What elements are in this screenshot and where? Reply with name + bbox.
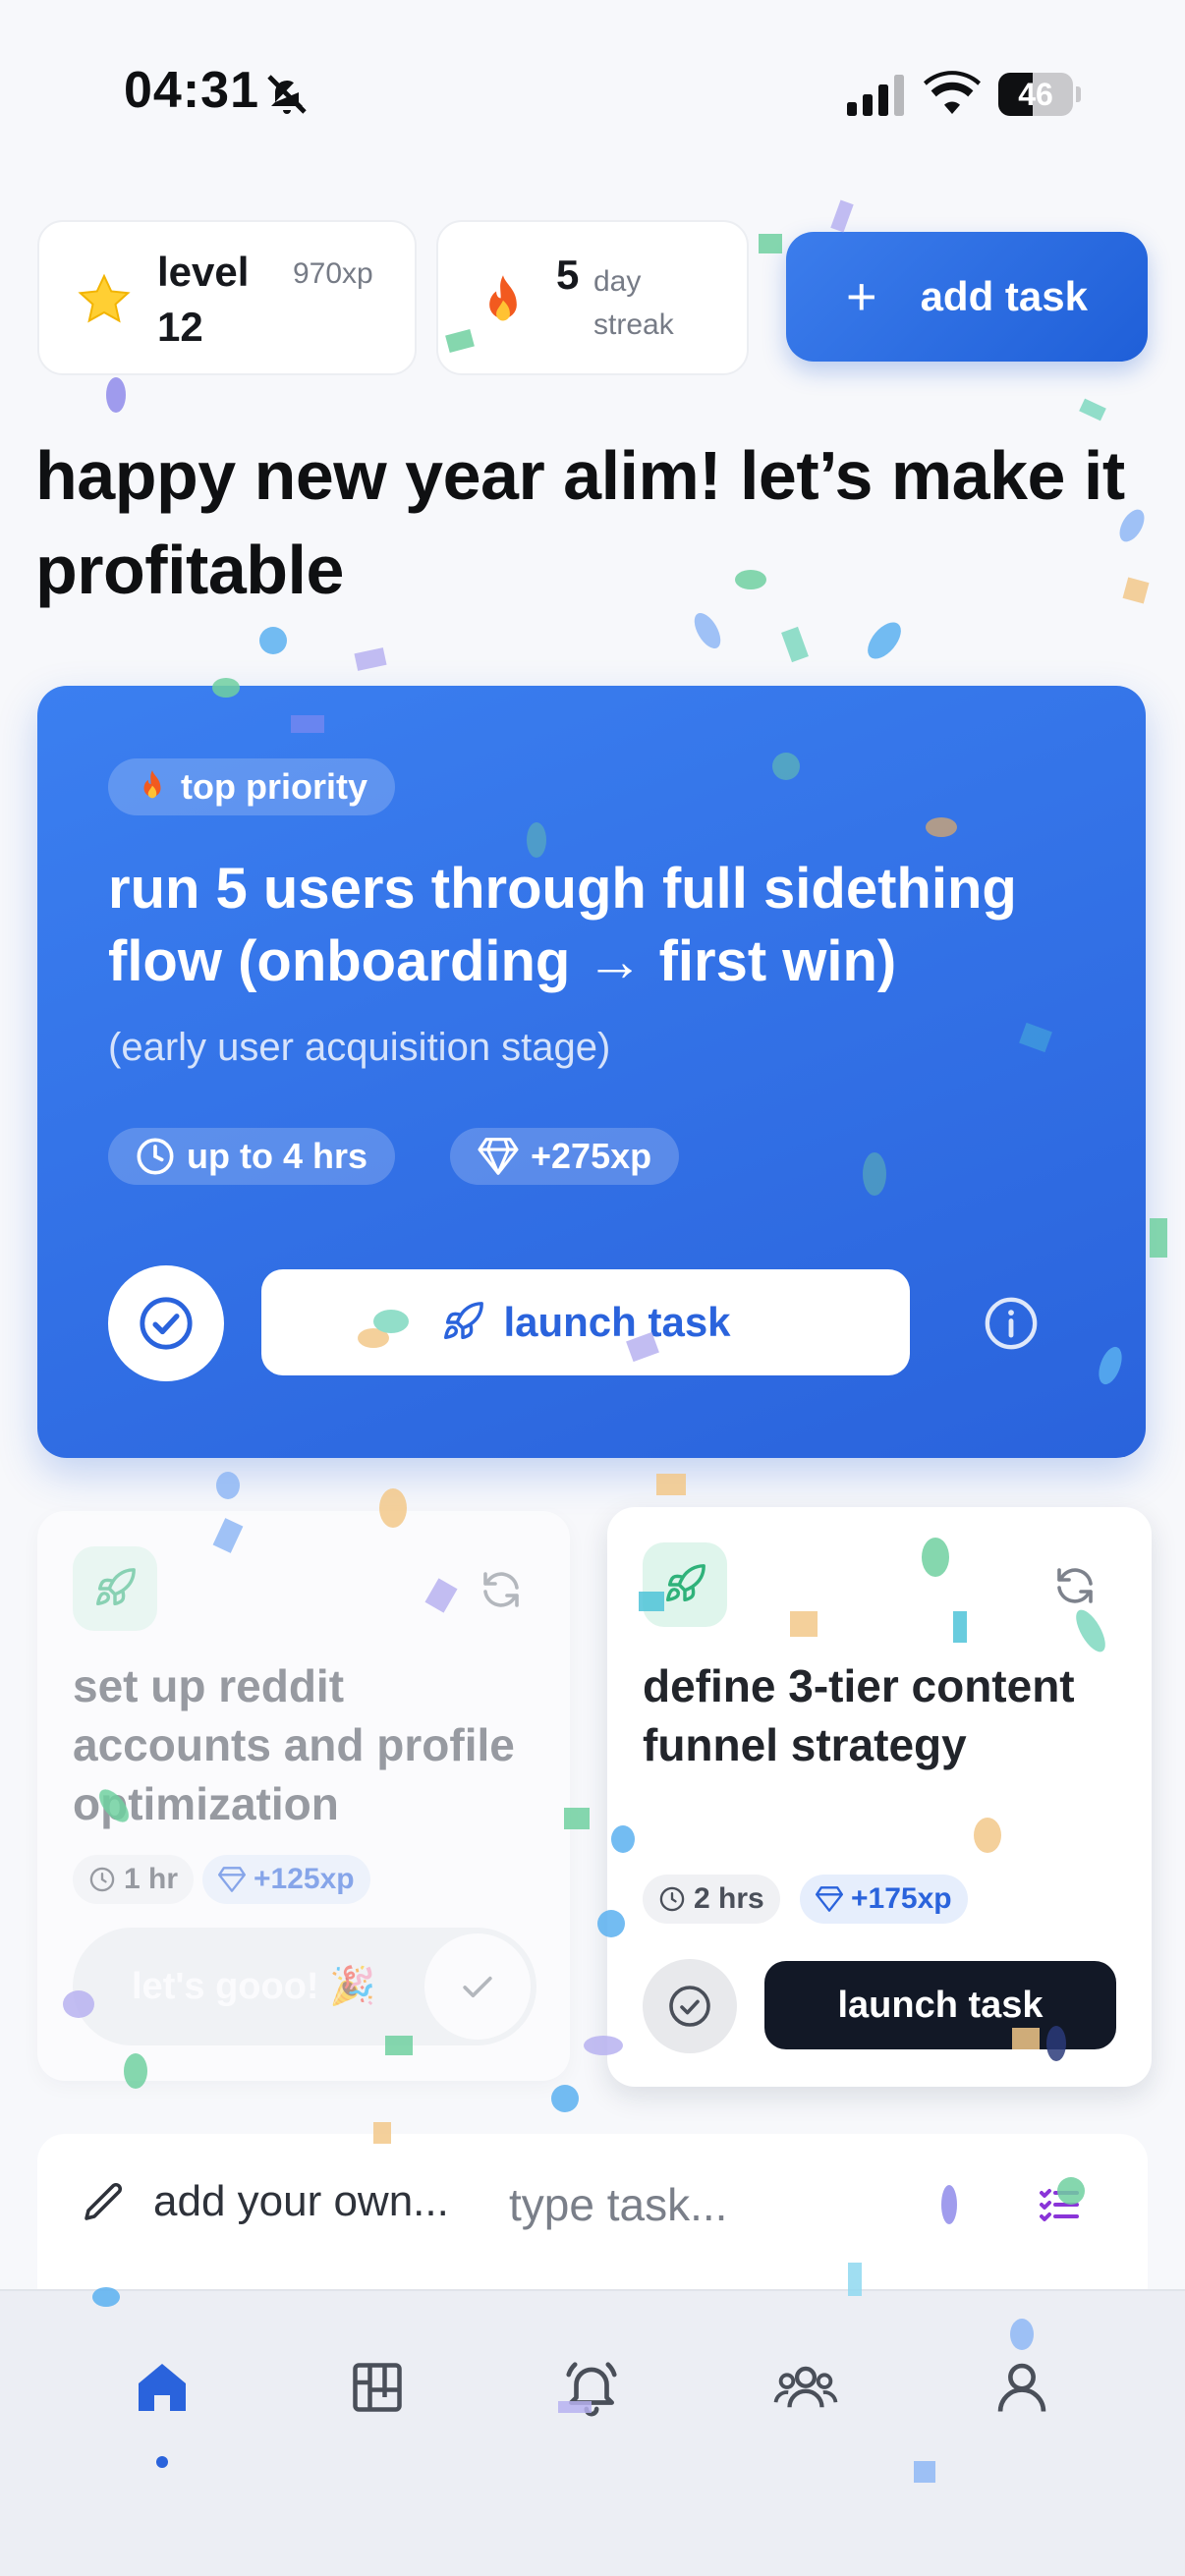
add-task-label: add task <box>920 273 1088 319</box>
hero-task-title: run 5 users through full sidething flow … <box>108 857 1017 993</box>
completed-slider[interactable]: let's gooo! 🎉 <box>73 1928 536 2045</box>
battery-icon: 46 <box>998 73 1081 116</box>
task-icon-box <box>73 1546 157 1631</box>
task-card[interactable]: define 3-tier content funnel strategy 2 … <box>607 1507 1152 2087</box>
launch-task-button[interactable]: launch task <box>764 1961 1116 2049</box>
hero-task-subtitle: (early user acquisition stage) <box>108 1026 611 1069</box>
diamond-icon <box>816 1886 843 1912</box>
rocket-icon <box>96 1568 136 1606</box>
refresh-icon[interactable] <box>1051 1562 1099 1609</box>
streak-label: streak <box>593 308 674 341</box>
priority-badge-label: top priority <box>181 766 367 807</box>
streak-card[interactable]: 5 day streak <box>436 220 749 375</box>
signal-icon <box>847 75 904 116</box>
complete-task-button[interactable] <box>643 1959 737 2053</box>
wifi-icon <box>924 71 981 114</box>
group-icon <box>773 2366 838 2408</box>
nav-home[interactable] <box>123 2348 201 2427</box>
diamond-icon <box>478 1138 519 1175</box>
nav-community[interactable] <box>766 2348 845 2427</box>
bottom-nav <box>0 2289 1185 2576</box>
launch-task-label: launch task <box>503 1299 731 1345</box>
task-xp-label: +125xp <box>254 1863 355 1895</box>
hero-time-badge: up to 4 hrs <box>108 1128 396 1185</box>
nav-profile[interactable] <box>983 2348 1061 2427</box>
launch-task-button[interactable]: launch task <box>261 1269 910 1375</box>
completed-label: let's gooo! 🎉 <box>132 1966 376 2007</box>
checklist-icon[interactable] <box>1036 2181 1083 2228</box>
checkmark-icon <box>463 1976 492 1997</box>
board-icon <box>353 2363 402 2412</box>
check-circle-icon <box>140 1297 193 1350</box>
priority-badge: top priority <box>108 758 395 815</box>
star-icon <box>78 273 131 323</box>
status-time: 04:31 <box>124 62 259 119</box>
pencil-icon <box>85 2182 123 2220</box>
task-xp-badge: +125xp <box>202 1855 370 1904</box>
fire-icon <box>489 275 517 321</box>
plus-icon: + <box>846 267 877 326</box>
info-icon[interactable] <box>983 1295 1040 1352</box>
task-input[interactable] <box>509 2163 1000 2246</box>
slider-handle[interactable] <box>424 1933 531 2040</box>
task-xp-label: +175xp <box>851 1882 952 1915</box>
battery-level: 46 <box>1018 77 1053 112</box>
hero-time-label: up to 4 hrs <box>187 1136 368 1176</box>
task-card[interactable]: set up reddit accounts and profile optim… <box>37 1511 570 2081</box>
complete-task-button[interactable] <box>108 1265 224 1381</box>
profile-icon <box>997 2363 1046 2412</box>
hero-xp-badge: +275xp <box>450 1128 680 1185</box>
diamond-icon <box>218 1867 246 1892</box>
rocket-icon <box>666 1564 705 1602</box>
task-icon-box <box>643 1542 727 1627</box>
active-indicator <box>156 2456 168 2468</box>
level-value: 12 <box>157 304 203 350</box>
hero-xp-label: +275xp <box>531 1136 652 1176</box>
task-title: define 3-tier content funnel strategy <box>643 1660 1075 1770</box>
task-xp-badge: +175xp <box>800 1875 968 1924</box>
nav-board[interactable] <box>338 2348 417 2427</box>
task-title: set up reddit accounts and profile optim… <box>73 1660 515 1829</box>
check-circle-icon <box>669 1986 710 2027</box>
rocket-icon <box>444 1302 484 1340</box>
top-priority-card: top priority run 5 users through full si… <box>37 686 1146 1458</box>
task-time-label: 2 hrs <box>694 1882 764 1915</box>
clock-icon <box>659 1886 685 1912</box>
greeting-heading: happy new year alim! let’s make it profi… <box>35 437 1125 608</box>
nav-notifications[interactable] <box>552 2348 631 2427</box>
clock-icon <box>89 1867 115 1892</box>
task-time-badge: 1 hr <box>73 1855 195 1904</box>
streak-value: 5 <box>556 252 580 298</box>
task-time-label: 1 hr <box>124 1863 179 1895</box>
add-task-button[interactable]: + add task <box>786 232 1148 362</box>
level-label: level <box>157 249 250 295</box>
add-own-task-bar: add your own... <box>37 2134 1148 2291</box>
clock-icon <box>137 1138 174 1175</box>
streak-unit: day <box>593 265 642 298</box>
task-time-badge: 2 hrs <box>643 1875 780 1924</box>
level-xp: 970xp <box>293 257 373 290</box>
level-card[interactable]: level 12 970xp <box>37 220 417 375</box>
bell-off-icon <box>267 75 307 114</box>
refresh-icon[interactable] <box>478 1566 525 1613</box>
home-icon <box>139 2364 186 2411</box>
fire-icon <box>143 770 161 799</box>
add-own-label: add your own... <box>153 2177 449 2225</box>
bell-icon <box>566 2362 617 2417</box>
